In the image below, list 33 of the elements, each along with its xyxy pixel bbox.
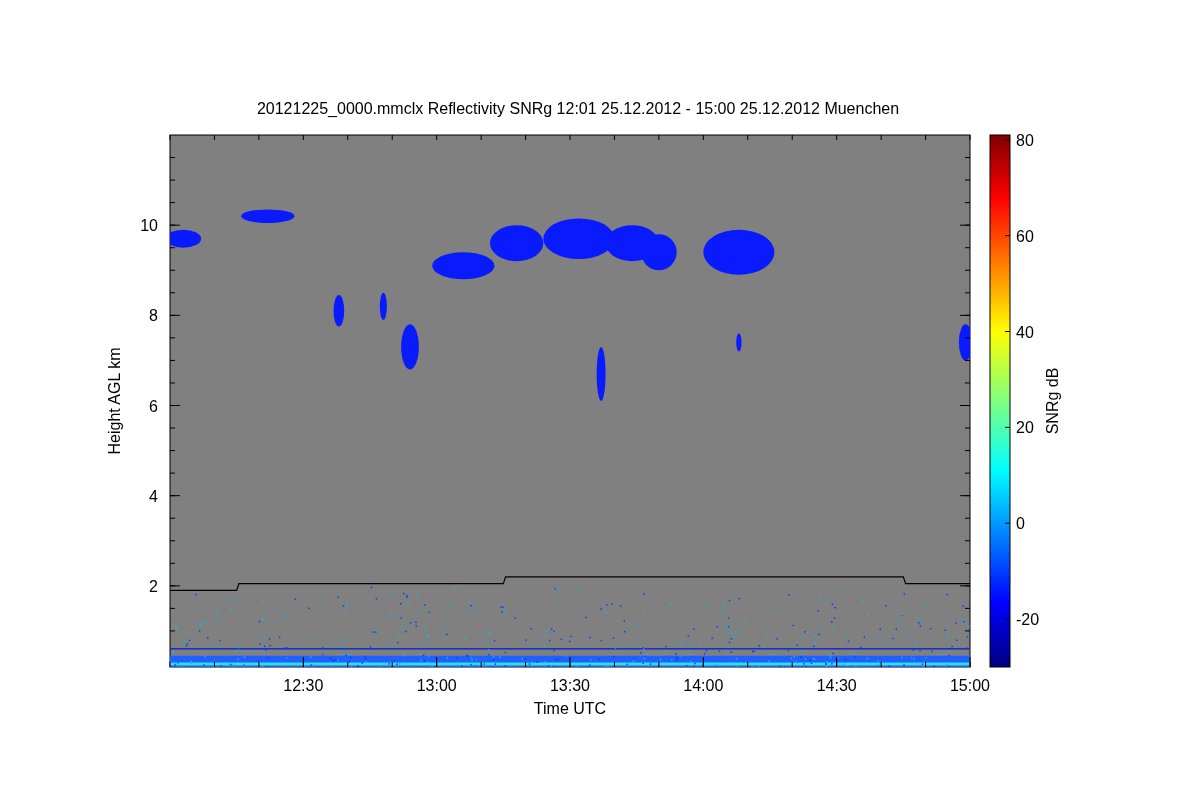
plot-title: 20121225_0000.mmclx Reflectivity SNRg 12:01 25.12.2012 - 15:00 25.12.2012 Muenchen <box>256 100 900 117</box>
colorbar-tick-label: 60 <box>1016 227 1034 245</box>
cloud-echo <box>401 324 419 370</box>
cloud-echo <box>736 333 742 352</box>
cloud-echo <box>432 252 495 280</box>
y-tick-label: 6 <box>149 397 158 415</box>
y-axis-label: Height AGL km <box>106 347 123 455</box>
cloud-echo <box>703 229 775 275</box>
y-tick-label: 10 <box>140 217 158 235</box>
y-tick-label: 4 <box>149 487 158 505</box>
colorbar-label: SNRg dB <box>1044 367 1061 435</box>
x-tick-label: 12:30 <box>283 677 324 694</box>
cloud-echo <box>596 346 606 401</box>
cloud-echo <box>241 209 295 223</box>
colorbar-tick-label: 80 <box>1016 131 1034 149</box>
colorbar-tick-label: 0 <box>1016 515 1025 533</box>
colorbar-tick-label: 40 <box>1016 323 1034 341</box>
x-tick-label: 14:00 <box>683 677 724 694</box>
colorbar-tick-label: -20 <box>1016 611 1040 629</box>
y-tick-label: 2 <box>149 577 158 595</box>
x-axis-label: Time UTC <box>533 700 607 717</box>
cloud-echo <box>333 295 345 327</box>
cloud-echo <box>490 225 544 262</box>
x-tick-label: 13:30 <box>550 677 590 694</box>
cloud-echo <box>543 218 615 259</box>
colorbar-tick-label: 20 <box>1016 419 1034 437</box>
x-tick-label: 13:00 <box>416 677 457 694</box>
y-tick-label: 8 <box>149 307 158 325</box>
x-tick-label: 14:30 <box>816 677 857 694</box>
cloud-echo <box>170 229 202 248</box>
cloud-echo <box>379 292 387 320</box>
x-tick-label: 15:00 <box>950 677 990 694</box>
cloud-echo <box>958 324 970 361</box>
